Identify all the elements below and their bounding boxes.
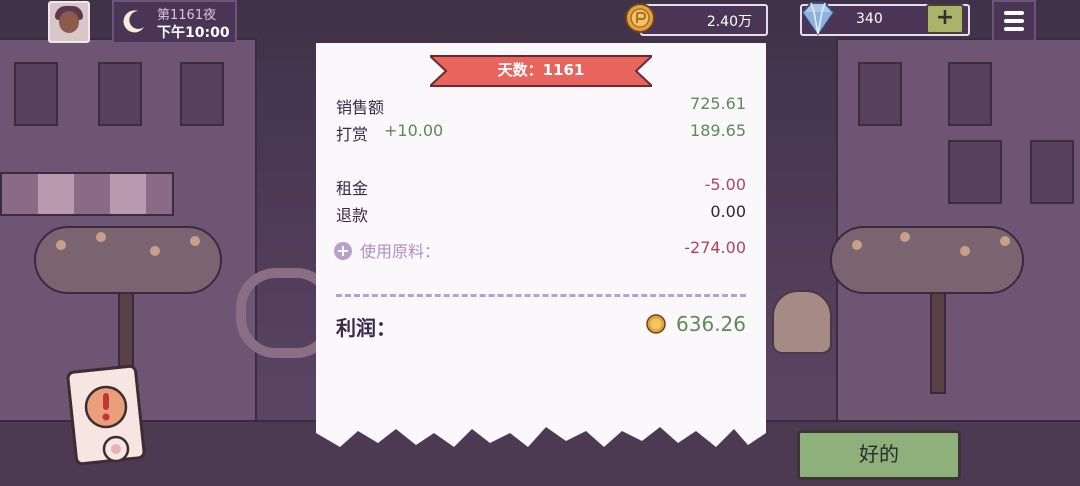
day-banner-text: 天数：1161	[497, 61, 585, 79]
sales-value: 725.61	[690, 94, 746, 113]
flower	[1000, 236, 1010, 246]
profit-value: 636.26	[676, 312, 746, 336]
flower	[56, 240, 66, 250]
tree-crown	[830, 226, 1024, 294]
moon-icon	[123, 10, 144, 33]
night-counter: 第1161夜	[157, 8, 217, 23]
rent-value: -5.00	[704, 175, 746, 194]
flower	[960, 246, 970, 256]
menu-line	[1004, 11, 1024, 15]
coin-balance: 2.40万	[640, 4, 768, 36]
sales-label: 销售额	[336, 98, 385, 117]
tips-bonus: +10.00	[384, 121, 444, 140]
building-window	[948, 62, 992, 126]
coin-amount: 2.40万	[706, 14, 752, 30]
buy-gems-button[interactable]: +	[926, 4, 964, 34]
day-time-panel: 第1161夜 下午10:00	[112, 0, 237, 44]
rent-label: 租金	[336, 179, 369, 198]
diamond-icon	[801, 2, 835, 36]
gem-amount: 340	[856, 11, 883, 27]
ingredients-value: -274.00	[684, 238, 746, 257]
hamburger-menu-icon[interactable]	[992, 0, 1036, 42]
building-window	[180, 62, 224, 126]
building-window	[1030, 140, 1074, 204]
coin-icon	[646, 314, 666, 334]
avatar-face	[59, 11, 79, 33]
profit-label: 利润：	[336, 316, 396, 340]
building-window	[98, 62, 142, 126]
building-window	[858, 62, 902, 126]
flower	[190, 236, 200, 246]
expand-ingredients-icon[interactable]: +	[334, 242, 352, 260]
ok-button[interactable]: 好的	[797, 430, 961, 480]
coin-icon	[625, 3, 655, 33]
refund-value: 0.00	[710, 202, 746, 221]
flower	[96, 232, 106, 242]
menu-line	[1004, 19, 1024, 23]
alert-card-icon[interactable]	[66, 365, 154, 470]
player-avatar[interactable]	[48, 1, 90, 43]
tree-trunk	[930, 280, 946, 394]
ingredients-label[interactable]: 使用原料：	[360, 238, 440, 262]
building-window	[14, 62, 58, 126]
refund-label: 退款	[336, 206, 369, 225]
flower	[900, 232, 910, 242]
menu-line	[1004, 27, 1024, 31]
tips-value: 189.65	[690, 121, 746, 140]
cat-character	[772, 290, 832, 354]
flower	[150, 246, 160, 256]
flower	[852, 240, 862, 250]
tips-label: 打赏	[336, 125, 369, 144]
receipt-divider	[336, 294, 746, 297]
striped-awning	[0, 172, 174, 216]
building-window	[948, 140, 1002, 204]
clock-time: 下午10:00	[157, 25, 230, 41]
